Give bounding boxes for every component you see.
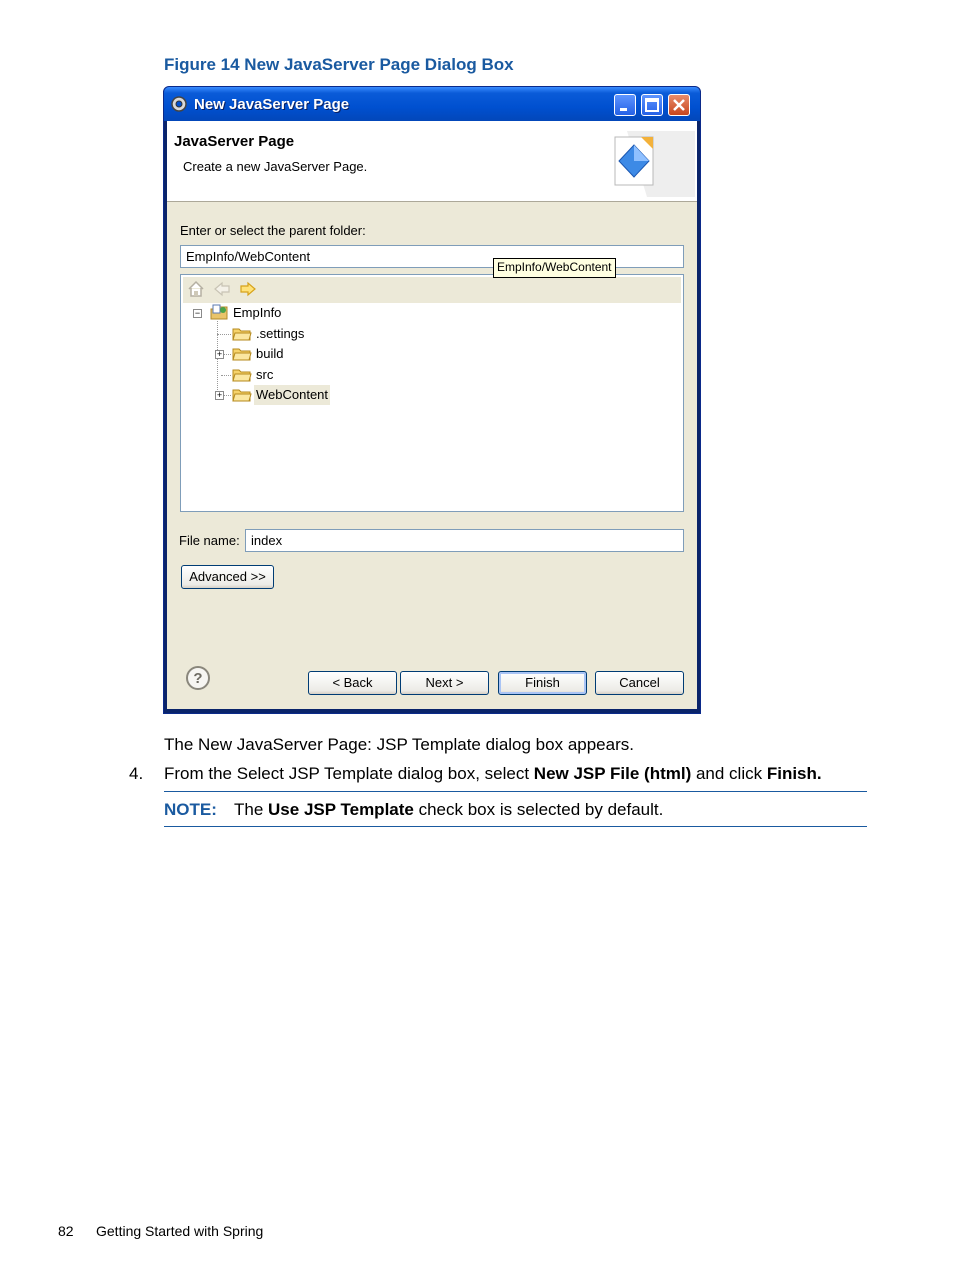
step-text: and click (691, 764, 767, 783)
page-description: Create a new JavaServer Page. (183, 159, 368, 174)
parent-folder-label: Enter or select the parent folder: (180, 223, 366, 238)
home-icon[interactable] (187, 280, 205, 298)
advanced-button[interactable]: Advanced >> (181, 565, 274, 589)
folder-icon (232, 389, 252, 402)
expand-icon[interactable]: + (215, 391, 224, 400)
note-bottom-rule (164, 826, 867, 827)
help-icon[interactable]: ? (185, 665, 211, 691)
note-text-part: check box is selected by default. (413, 800, 664, 819)
step-text: From the Select JSP Template dialog box,… (164, 764, 534, 783)
footer-title: Getting Started with Spring (96, 1223, 264, 1239)
tree-node-build[interactable]: + build (191, 344, 351, 364)
note-text-part: The (234, 800, 269, 819)
next-button[interactable]: Next > (400, 671, 489, 695)
page-title: JavaServer Page (174, 133, 295, 150)
jsp-file-icon (614, 131, 695, 197)
file-name-label: File name: (179, 533, 240, 548)
step-number: 4. (129, 764, 144, 783)
svg-text:?: ? (193, 670, 202, 687)
tree-node-label: WebContent (254, 385, 331, 405)
back-button[interactable]: < Back (308, 671, 397, 695)
folder-icon (232, 348, 252, 361)
expand-icon[interactable]: + (215, 350, 224, 359)
tree-node-label: build (256, 346, 284, 361)
tree-toolbar (183, 277, 681, 303)
maximize-icon (645, 98, 659, 112)
figure-caption: Figure 14 New JavaServer Page Dialog Box (164, 55, 514, 74)
paragraph: The New JavaServer Page: JSP Template di… (164, 735, 634, 754)
folder-icon (232, 328, 252, 341)
dialog-body: JavaServer Page Create a new JavaServer … (167, 121, 697, 709)
tree-node-webcontent[interactable]: + WebContent (191, 385, 351, 405)
minimize-button[interactable] (614, 94, 636, 116)
folder-tree[interactable]: − EmpInfo .settings + build src + WebCon… (180, 274, 684, 512)
note-label: NOTE: (164, 800, 217, 819)
minimize-icon (620, 108, 627, 111)
step-bold-action: Finish. (766, 764, 822, 783)
finish-button[interactable]: Finish (498, 671, 587, 695)
tree-node-label: EmpInfo (233, 305, 282, 320)
tree-node-label: .settings (256, 326, 305, 341)
close-icon (673, 99, 685, 111)
file-name-input[interactable]: index (245, 529, 684, 552)
forward-arrow-icon[interactable] (239, 280, 257, 298)
note-text: The Use JSP Template check box is select… (234, 800, 663, 820)
wizard-header: JavaServer Page Create a new JavaServer … (167, 121, 697, 202)
dialog-title: New JavaServer Page (194, 96, 350, 113)
project-icon (210, 304, 228, 320)
path-tooltip: EmpInfo/WebContent (493, 258, 616, 278)
cancel-button[interactable]: Cancel (595, 671, 684, 695)
gear-icon (171, 96, 187, 112)
page-number: 82 (58, 1223, 74, 1239)
folder-icon (232, 369, 252, 382)
note-top-rule (164, 791, 867, 792)
note-bold: Use JSP Template (268, 800, 414, 819)
tree-node-src[interactable]: src (191, 365, 351, 385)
tree-node-label: src (256, 367, 274, 382)
tree-node-empinfo[interactable]: − EmpInfo (191, 303, 311, 323)
close-button[interactable] (668, 94, 690, 116)
step-4-text: From the Select JSP Template dialog box,… (164, 764, 822, 784)
back-arrow-icon[interactable] (213, 280, 231, 298)
maximize-button[interactable] (641, 94, 663, 116)
dialog-titlebar[interactable]: New JavaServer Page (164, 87, 700, 121)
collapse-icon[interactable]: − (193, 309, 202, 318)
step-bold-option: New JSP File (html) (533, 764, 692, 783)
new-jsp-dialog: New JavaServer Page JavaServer Page Crea… (163, 86, 701, 714)
tree-node-settings[interactable]: .settings (191, 324, 351, 344)
